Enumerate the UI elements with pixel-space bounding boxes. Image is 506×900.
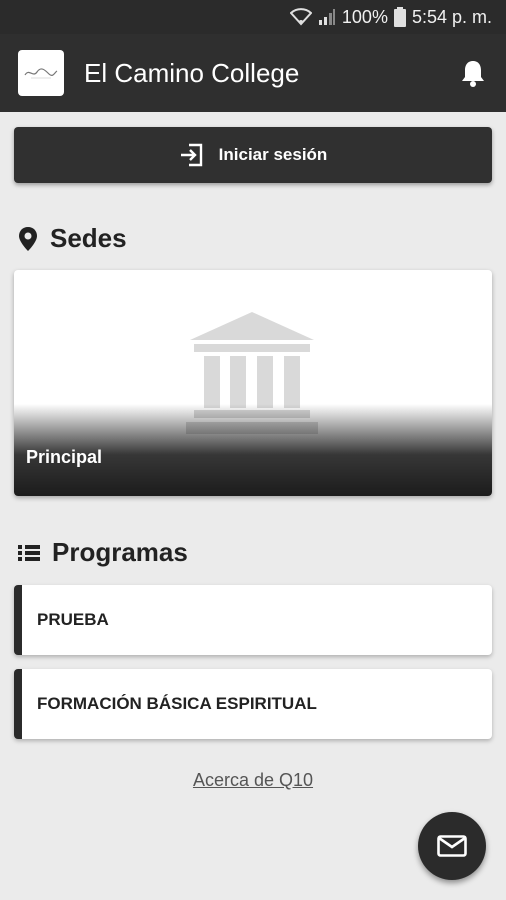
battery-percent: 100% — [341, 6, 388, 27]
app-title: El Camino College — [84, 57, 300, 88]
login-button[interactable]: Iniciar sesión — [14, 127, 492, 183]
battery-icon — [393, 7, 406, 27]
programas-heading: Programas — [18, 537, 188, 568]
wifi-icon — [289, 8, 312, 26]
about-link[interactable]: Acerca de Q10 — [0, 770, 506, 791]
location-pin-icon — [18, 226, 38, 252]
app-bar: El Camino College — [0, 34, 506, 112]
program-name: PRUEBA — [37, 610, 109, 629]
status-bar: 100% 5:54 p. m. — [0, 0, 506, 34]
signal-icon — [318, 8, 336, 26]
sedes-heading: Sedes — [18, 223, 127, 254]
sede-card-principal[interactable]: Principal — [14, 270, 492, 496]
login-label: Iniciar sesión — [218, 145, 328, 164]
programas-title: Programas — [52, 537, 188, 567]
login-icon — [179, 142, 205, 168]
clock: 5:54 p. m. — [411, 6, 492, 27]
mail-fab-button[interactable] — [418, 812, 486, 880]
program-item-prueba[interactable]: PRUEBA — [14, 585, 492, 655]
logo — [18, 50, 64, 96]
list-icon — [18, 544, 40, 562]
bell-icon[interactable] — [458, 58, 488, 88]
sede-name: Principal — [26, 447, 103, 467]
mail-icon — [437, 835, 467, 857]
program-item-formacion[interactable]: FORMACIÓN BÁSICA ESPIRITUAL — [14, 669, 492, 739]
sedes-title: Sedes — [50, 223, 127, 253]
program-name: FORMACIÓN BÁSICA ESPIRITUAL — [37, 694, 317, 713]
